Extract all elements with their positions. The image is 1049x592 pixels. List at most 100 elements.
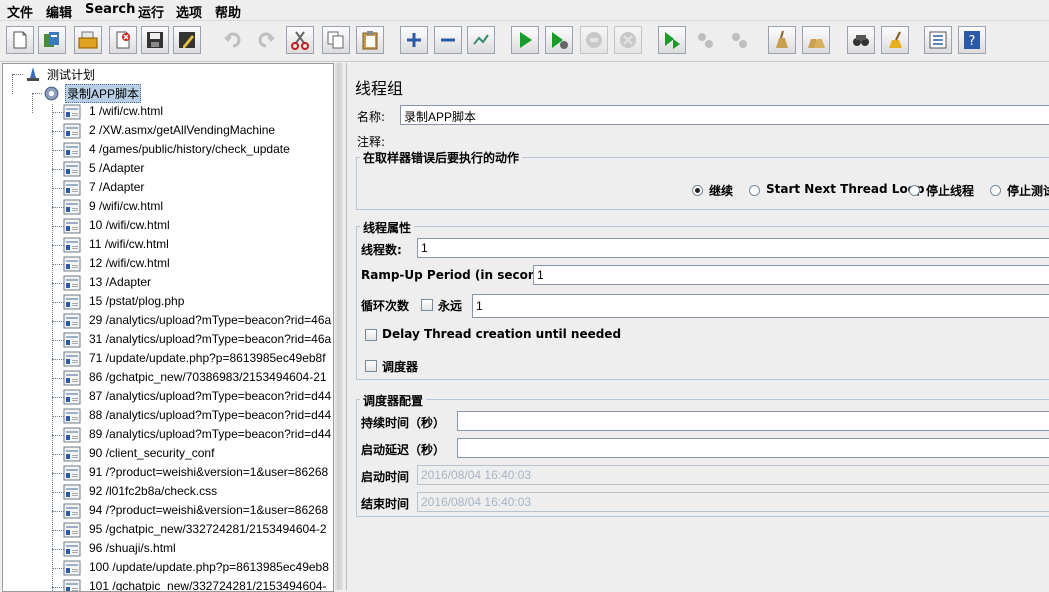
clear-all-button[interactable]	[802, 26, 830, 54]
loop-label: 循环次数	[361, 299, 410, 313]
sampler-label: 11 /wifi/cw.html	[89, 237, 169, 251]
http-sampler-icon	[63, 313, 81, 329]
save-as-button[interactable]	[173, 26, 201, 54]
http-sampler-icon	[63, 427, 81, 443]
undo-icon	[224, 32, 241, 48]
remote-stop-button[interactable]	[691, 26, 719, 54]
end-time-label: 结束时间	[361, 497, 410, 511]
expand-icon	[407, 33, 421, 47]
http-sampler-icon	[63, 370, 81, 386]
start-time-field[interactable]: 2016/08/04 16:40:03	[417, 465, 1049, 485]
duration-label: 持续时间（秒）	[361, 416, 446, 430]
radio-continue[interactable]	[692, 185, 703, 196]
thread-group-panel: 线程组 名称: 录制APP脚本 注释: 在取样器错误后要执行的动作 继续 Sta…	[346, 63, 1049, 590]
scheduler-label: 调度器	[382, 360, 419, 374]
http-sampler-icon	[63, 180, 81, 196]
duration-field[interactable]	[457, 411, 1049, 431]
http-sampler-icon	[63, 142, 81, 158]
loop-count-field[interactable]: 1	[472, 294, 1049, 318]
sampler-label: 96 /shuaji/s.html	[89, 541, 176, 555]
function-helper-button[interactable]	[924, 26, 952, 54]
http-sampler-icon	[63, 199, 81, 215]
threads-label: 线程数:	[361, 243, 402, 257]
new-icon	[13, 31, 27, 49]
name-label: 名称:	[357, 110, 386, 124]
sampler-label: 89 /analytics/upload?mType=beacon?rid=d4…	[89, 427, 332, 441]
undo-button[interactable]	[219, 26, 247, 54]
radio-continue-label: 继续	[709, 184, 734, 198]
http-sampler-icon	[63, 294, 81, 310]
radio-stop-thread[interactable]	[909, 185, 920, 196]
comment-field[interactable]	[395, 130, 1049, 150]
sampler-label: 71 /update/update.php?p=8613985ec49eb8f	[89, 351, 326, 365]
sampler-label: 7 /Adapter	[89, 180, 145, 194]
reset-search-icon	[889, 31, 902, 48]
scheduler-checkbox[interactable]	[365, 360, 377, 372]
paste-button[interactable]	[356, 26, 384, 54]
search-icon	[853, 35, 869, 46]
stop-button[interactable]	[580, 26, 608, 54]
forever-label: 永远	[438, 299, 463, 313]
test-plan-tree[interactable]: 测试计划 录制APP脚本 1 /wifi/cw.html 2 /XW.asmx/g…	[2, 63, 334, 592]
reset-search-button[interactable]	[881, 26, 909, 54]
delay-creation-checkbox[interactable]	[365, 329, 377, 341]
cut-button[interactable]	[286, 26, 314, 54]
forever-checkbox[interactable]	[421, 299, 433, 311]
comment-label: 注释:	[357, 135, 386, 149]
open-icon	[78, 31, 98, 49]
expand-toggle-icon[interactable]	[7, 71, 15, 79]
http-sampler-icon	[63, 389, 81, 405]
expand-button[interactable]	[400, 26, 428, 54]
save-as-icon	[179, 32, 195, 48]
http-sampler-icon	[63, 237, 81, 253]
remote-shutdown-button[interactable]	[725, 26, 753, 54]
toggle-button[interactable]	[467, 26, 495, 54]
menu-run[interactable]: 运行	[138, 2, 164, 21]
templates-button[interactable]	[38, 26, 66, 54]
rampup-field[interactable]: 1	[533, 265, 1049, 285]
sampler-label: 88 /analytics/upload?mType=beacon?rid=d4…	[89, 408, 332, 422]
start-time-label: 启动时间	[361, 470, 410, 484]
remote-start-button[interactable]	[658, 26, 686, 54]
http-sampler-icon	[63, 408, 81, 424]
sampler-label: 5 /Adapter	[89, 161, 145, 175]
save-button[interactable]	[141, 26, 169, 54]
http-sampler-icon	[63, 256, 81, 272]
new-button[interactable]	[6, 26, 34, 54]
threads-field[interactable]: 1	[417, 238, 1049, 258]
help-button[interactable]: ?	[958, 26, 986, 54]
menu-bar: 文件 编辑 Search 运行 选项 帮助	[0, 0, 1049, 21]
radio-stop-test[interactable]	[990, 185, 1001, 196]
startup-delay-field[interactable]	[457, 438, 1049, 458]
menu-edit[interactable]: 编辑	[46, 2, 72, 21]
end-time-field[interactable]: 2016/08/04 16:40:03	[417, 492, 1049, 512]
open-button[interactable]	[74, 26, 102, 54]
collapse-button[interactable]	[434, 26, 462, 54]
shutdown-button[interactable]	[614, 26, 642, 54]
sampler-label: 31 /analytics/upload?mType=beacon?rid=46…	[89, 332, 332, 346]
start-button[interactable]	[511, 26, 539, 54]
remote-start-icon	[665, 32, 680, 49]
start-no-pause-button[interactable]	[545, 26, 573, 54]
toggle-icon	[473, 34, 489, 45]
http-sampler-icon	[63, 560, 81, 576]
toolbar: ?	[0, 21, 1049, 62]
search-button[interactable]	[847, 26, 875, 54]
thread-group-gear-icon	[44, 86, 59, 101]
name-field[interactable]: 录制APP脚本	[400, 105, 1049, 125]
function-helper-icon	[929, 31, 947, 49]
http-sampler-icon	[63, 123, 81, 139]
radio-next-loop[interactable]	[749, 185, 760, 196]
menu-search[interactable]: Search	[85, 2, 135, 17]
menu-options[interactable]: 选项	[176, 2, 202, 21]
thread-properties-group: 线程属性 线程数: 1 Ramp-Up Period (in seconds):…	[356, 219, 1049, 380]
split-pane-divider[interactable]	[335, 63, 343, 590]
clear-button[interactable]	[768, 26, 796, 54]
close-button[interactable]	[109, 26, 137, 54]
menu-help[interactable]: 帮助	[215, 2, 241, 21]
stop-icon	[586, 32, 602, 48]
menu-file[interactable]: 文件	[7, 2, 33, 21]
start-icon	[520, 32, 532, 48]
redo-button[interactable]	[252, 26, 280, 54]
copy-button[interactable]	[322, 26, 350, 54]
